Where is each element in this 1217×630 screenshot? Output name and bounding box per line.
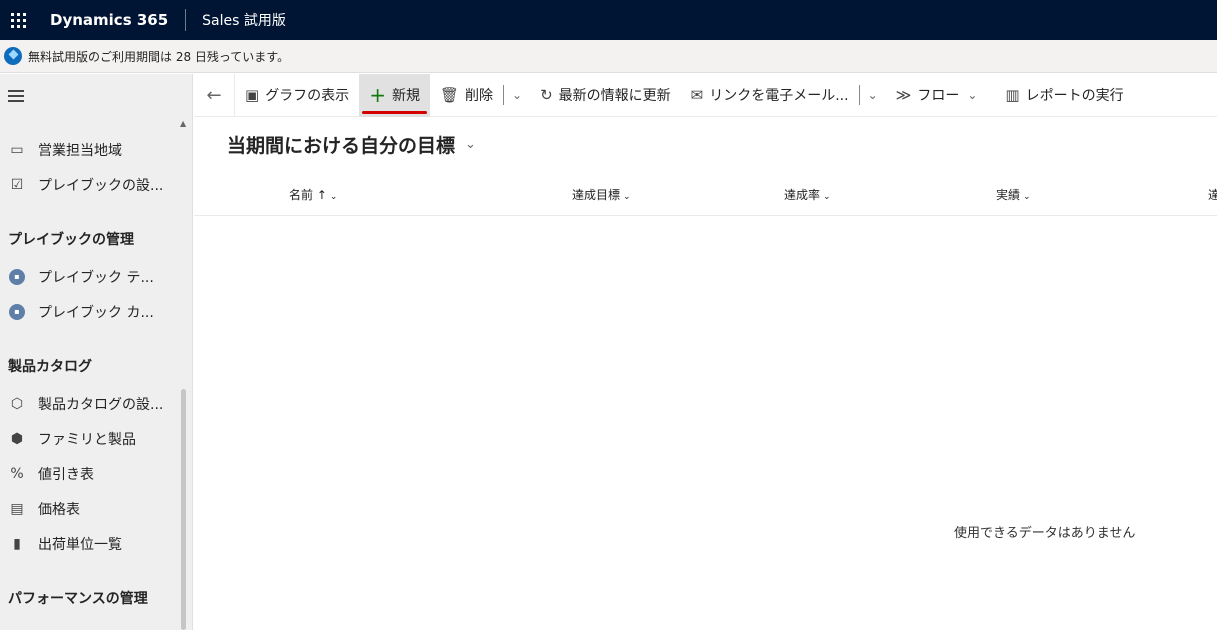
playbook-category-icon: ▪ <box>9 304 25 320</box>
chart-icon: ▣ <box>245 86 260 104</box>
scroll-up-arrow-icon[interactable]: ▲ <box>180 119 186 128</box>
flow-icon: ≫ <box>895 86 912 104</box>
chevron-down-icon: ⌄ <box>329 192 338 202</box>
brand-title[interactable]: Dynamics 365 <box>50 11 168 29</box>
trash-icon: 🗑 <box>439 86 459 104</box>
divider <box>185 9 187 31</box>
trial-notification-bar: 無料試用版のご利用期間は 28 日残っています。 <box>0 40 1217 73</box>
app-launcher-button[interactable] <box>0 0 36 40</box>
email-options-chevron-icon[interactable]: ⌄ <box>860 88 886 102</box>
chevron-down-icon: ⌄ <box>967 88 978 102</box>
section-header-catalog: 製品カタログ <box>8 359 92 375</box>
page-title: 当期間における自分の目標 <box>227 135 456 157</box>
sidebar-item-label: プレイブックの設... <box>38 178 164 194</box>
sidebar-item-catalog-settings[interactable]: ⬡ 製品カタログの設... <box>0 389 175 419</box>
email-link-label: リンクを電子メール... <box>709 88 849 104</box>
report-icon: ▥ <box>1005 86 1020 104</box>
new-button[interactable]: + 新規 <box>359 73 430 117</box>
refresh-icon: ↻ <box>540 86 553 104</box>
top-nav-bar: Dynamics 365 Sales 試用版 <box>0 0 1217 40</box>
show-chart-button[interactable]: ▣ グラフの表示 <box>235 74 359 117</box>
percent-icon: % <box>10 466 24 482</box>
delete-label: 削除 <box>465 88 493 104</box>
command-bar: ← ▣ グラフの表示 + 新規 🗑 削除 ⌄ ↻ 最新の情報に更新 ✉ リンクを… <box>194 73 1217 117</box>
sidebar-item-playbook-categories[interactable]: ▪ プレイブック カ... <box>0 297 175 327</box>
plus-icon: + <box>369 83 386 107</box>
chevron-down-icon: ⌄ <box>465 137 476 152</box>
dynamics-info-icon <box>4 47 22 65</box>
checklist-icon: ☑ <box>10 177 24 193</box>
sidebar-scrollbar-thumb[interactable] <box>181 389 186 630</box>
sidebar-item-discount-lists[interactable]: % 値引き表 <box>0 459 175 489</box>
sidebar-item-families-products[interactable]: ⬢ ファミリと製品 <box>0 424 175 454</box>
chevron-down-icon: ⌄ <box>823 192 831 202</box>
app-name[interactable]: Sales 試用版 <box>202 10 286 30</box>
run-report-label: レポートの実行 <box>1025 88 1124 104</box>
column-header-actual[interactable]: 実績 ⌄ <box>996 186 1031 203</box>
email-link-button[interactable]: ✉ リンクを電子メール... <box>681 74 859 117</box>
sidebar-item-label: プレイブック カ... <box>38 305 154 321</box>
price-list-icon: ▤ <box>10 501 24 517</box>
column-header-name[interactable]: 名前 ↑ ⌄ <box>289 186 337 203</box>
flow-button[interactable]: ≫ フロー ⌄ <box>886 74 996 117</box>
sidebar-item-unit-groups[interactable]: ▮ 出荷単位一覧 <box>0 529 175 559</box>
grid-header: 名前 ↑ ⌄ 達成目標 ⌄ 達成率 ⌄ 実績 ⌄ 達 <box>194 172 1217 216</box>
sidebar-item-price-lists[interactable]: ▤ 価格表 <box>0 494 175 524</box>
refresh-label: 最新の情報に更新 <box>558 88 671 104</box>
column-header-truncated[interactable]: 達 <box>1208 186 1217 203</box>
section-header-performance: パフォーマンスの管理 <box>8 591 148 607</box>
mail-link-icon: ✉ <box>690 86 704 104</box>
waffle-icon <box>10 12 26 28</box>
sidebar-item-territories[interactable]: ▭ 営業担当地域 <box>0 135 175 165</box>
column-header-target[interactable]: 達成目標 ⌄ <box>572 186 631 203</box>
refresh-button[interactable]: ↻ 最新の情報に更新 <box>530 74 681 117</box>
sidebar-item-playbook-templates[interactable]: ▪ プレイブック テ... <box>0 262 175 292</box>
playbook-template-icon: ▪ <box>9 269 25 285</box>
map-icon: ▭ <box>10 142 24 158</box>
chevron-down-icon: ⌄ <box>623 192 631 202</box>
column-header-percent-achieved[interactable]: 達成率 ⌄ <box>784 186 831 203</box>
units-icon: ▮ <box>13 536 21 552</box>
sidebar-item-label: 出荷単位一覧 <box>38 537 122 553</box>
delete-button[interactable]: 🗑 削除 <box>430 74 503 117</box>
chevron-down-icon: ⌄ <box>1023 192 1031 202</box>
empty-grid-message: 使用できるデータはありません <box>954 526 1136 541</box>
view-selector[interactable]: 当期間における自分の目標 ⌄ <box>227 131 476 158</box>
section-header-playbook: プレイブックの管理 <box>8 232 134 248</box>
new-label: 新規 <box>391 88 420 104</box>
sidebar-item-playbook-settings[interactable]: ☑ プレイブックの設... <box>0 170 175 200</box>
sidebar-item-label: プレイブック テ... <box>38 270 154 286</box>
sitemap-sidebar: ▭ 営業担当地域 ☑ プレイブックの設... プレイブックの管理 ▪ プレイブッ… <box>0 74 193 630</box>
trial-notice-text: 無料試用版のご利用期間は 28 日残っています。 <box>28 49 290 64</box>
flow-label: フロー <box>917 88 960 104</box>
sidebar-item-label: 価格表 <box>38 502 80 518</box>
arrow-left-icon: ← <box>206 84 222 106</box>
box-settings-icon: ⬡ <box>10 396 24 412</box>
highlight-underline <box>362 110 427 114</box>
sidebar-item-label: 値引き表 <box>38 467 94 483</box>
hamburger-menu-icon[interactable] <box>8 90 24 102</box>
show-chart-label: グラフの表示 <box>265 88 350 104</box>
sidebar-item-label: 営業担当地域 <box>38 143 122 159</box>
sidebar-item-label: ファミリと製品 <box>38 432 136 448</box>
sidebar-item-label: 製品カタログの設... <box>38 397 164 413</box>
run-report-button[interactable]: ▥ レポートの実行 <box>995 74 1133 117</box>
more-options-chevron-icon[interactable]: ⌄ <box>504 88 530 102</box>
cube-icon: ⬢ <box>10 431 24 447</box>
back-button[interactable]: ← <box>194 73 235 117</box>
